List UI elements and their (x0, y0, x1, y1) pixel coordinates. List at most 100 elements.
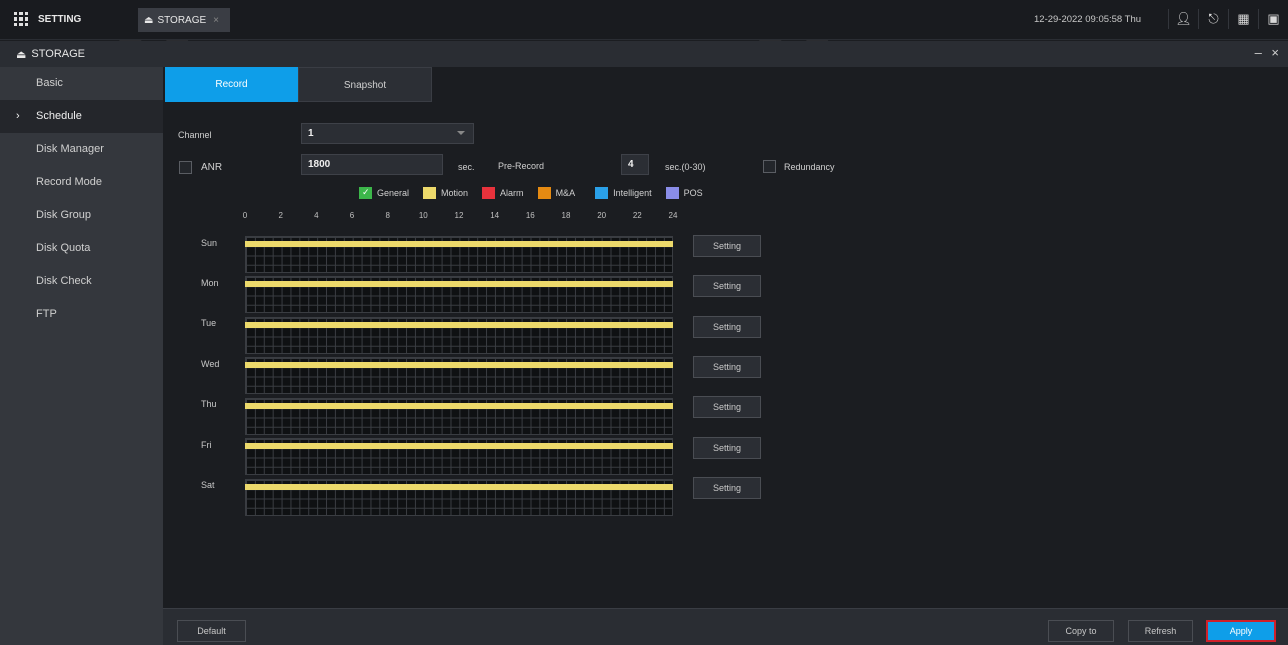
setting-button-sun[interactable]: Setting (693, 235, 761, 257)
anr-input[interactable]: 1800 (301, 154, 443, 175)
chevron-right-icon: › (16, 110, 20, 122)
legend-label: General (377, 188, 410, 198)
hour-tick: 8 (385, 211, 390, 220)
channel-value: 1 (308, 128, 314, 139)
apply-button[interactable]: Apply (1206, 620, 1276, 642)
hour-tick: 2 (278, 211, 283, 220)
color-swatch (482, 187, 496, 199)
display-icon[interactable]: ▣ (1258, 9, 1288, 29)
storage-tab-label: STORAGE (157, 14, 207, 26)
storage-icon: ⏏ (16, 48, 27, 61)
legend: ✓ General Motion Alarm M&A Intelligent PO… (359, 187, 717, 199)
redundancy-label: Redundancy (784, 162, 835, 172)
tab-record[interactable]: Record (165, 67, 298, 102)
window-controls[interactable]: – × (1255, 45, 1282, 60)
refresh-button[interactable]: Refresh (1128, 620, 1193, 642)
sidebar-item-basic[interactable]: Basic (0, 67, 163, 100)
hour-tick: 0 (242, 211, 248, 220)
legend-item-alarm[interactable]: Alarm (482, 187, 524, 199)
channel-label: Channel (178, 130, 212, 140)
legend-item-general[interactable]: ✓ General (359, 187, 409, 199)
day-label-wed: Wed (201, 359, 220, 369)
prerecord-input[interactable]: 4 (621, 154, 649, 175)
color-swatch (665, 187, 679, 199)
footer-bar: Default Copy to Refresh Apply (163, 608, 1288, 645)
sidebar-item-schedule[interactable]: › Schedule (0, 100, 163, 133)
copy-to-button[interactable]: Copy to (1048, 620, 1114, 642)
sidebar: Basic › Schedule Disk Manager Record Mode… (0, 67, 163, 645)
motion-schedule-bar-fri (245, 443, 673, 449)
day-label-tue: Tue (201, 318, 217, 328)
legend-item-intelligent[interactable]: Intelligent (595, 187, 652, 199)
setting-button-mon[interactable]: Setting (693, 275, 761, 297)
legend-item-motion[interactable]: Motion (423, 187, 468, 199)
setting-button-fri[interactable]: Setting (693, 437, 761, 459)
motion-schedule-bar-sun (245, 241, 673, 247)
datetime: 12-29-2022 09:05:58 Thu (1034, 14, 1142, 25)
hour-axis: 0 2 4 6 8 10 12 14 16 18 20 22 24 (242, 211, 678, 223)
hour-tick: 14 (490, 211, 500, 220)
setting-button-wed[interactable]: Setting (693, 356, 761, 378)
hour-tick: 4 (314, 211, 319, 220)
sidebar-item-label: Disk Manager (36, 143, 104, 155)
tab-snapshot[interactable]: Snapshot (298, 67, 432, 102)
sidebar-item-label: Disk Quota (36, 242, 91, 254)
sidebar-item-disk-manager[interactable]: Disk Manager (0, 133, 163, 166)
sidebar-item-label: Disk Check (36, 275, 92, 287)
hour-tick: 24 (668, 211, 678, 220)
hour-tick: 22 (632, 211, 642, 220)
sidebar-item-disk-group[interactable]: Disk Group (0, 199, 163, 232)
storage-tab[interactable]: ⏏ STORAGE × (138, 8, 230, 32)
redundancy-checkbox[interactable] (763, 160, 776, 173)
checkbox-checked-icon: ✓ (359, 187, 372, 199)
color-swatch (595, 187, 609, 199)
hour-tick: 12 (454, 211, 464, 220)
color-swatch (423, 187, 437, 199)
channel-select[interactable]: 1 (301, 123, 474, 144)
hour-tick: 10 (418, 211, 428, 220)
sidebar-item-label: FTP (36, 308, 57, 320)
day-label-fri: Fri (201, 440, 212, 450)
color-swatch (537, 187, 551, 199)
storage-icon: ⏏ (144, 14, 154, 26)
anr-unit: sec. (458, 162, 475, 172)
prerecord-label: Pre-Record (498, 161, 545, 171)
setting-button-tue[interactable]: Setting (693, 316, 761, 338)
hour-tick: 16 (525, 211, 535, 220)
hour-tick: 6 (349, 211, 355, 220)
logout-icon[interactable]: ⎋ (1198, 9, 1228, 29)
window-title-bar: ⏏ STORAGE – × (0, 41, 1288, 67)
top-bar: SETTING ⏏ STORAGE × 12-29-2022 09:05:58 … (0, 0, 1288, 40)
day-label-sat: Sat (201, 480, 215, 490)
close-tab-icon[interactable]: × (213, 15, 219, 26)
sidebar-item-record-mode[interactable]: Record Mode (0, 166, 163, 199)
sidebar-item-disk-check[interactable]: Disk Check (0, 265, 163, 298)
prerecord-unit: sec.(0-30) (665, 162, 706, 172)
legend-item-ma[interactable]: M&A (537, 187, 575, 199)
motion-schedule-bar-thu (245, 403, 673, 409)
sidebar-item-ftp[interactable]: FTP (0, 298, 163, 331)
day-label-mon: Mon (201, 278, 219, 288)
setting-button-thu[interactable]: Setting (693, 396, 761, 418)
legend-label: POS (683, 188, 703, 198)
day-label-sun: Sun (201, 238, 218, 248)
motion-schedule-bar-sat (245, 484, 673, 490)
anr-label: ANR (201, 162, 223, 173)
motion-schedule-bar-mon (245, 281, 673, 287)
legend-item-pos[interactable]: POS (665, 187, 703, 199)
setting-tab[interactable]: SETTING (0, 0, 135, 38)
grid-menu-icon (14, 12, 28, 26)
top-icons: 👤︎ ⎋ ▦ ▣ (1168, 0, 1288, 38)
chevron-down-icon (457, 131, 465, 135)
anr-checkbox[interactable] (179, 161, 192, 174)
sidebar-item-label: Schedule (36, 110, 82, 122)
sidebar-item-disk-quota[interactable]: Disk Quota (0, 232, 163, 265)
user-icon[interactable]: 👤︎ (1168, 9, 1198, 29)
layout-icon[interactable]: ▦ (1228, 9, 1258, 29)
window-title: STORAGE (31, 48, 85, 60)
setting-tab-label: SETTING (38, 13, 82, 25)
sidebar-item-label: Basic (36, 77, 63, 89)
default-button[interactable]: Default (177, 620, 246, 642)
hour-tick: 18 (561, 211, 571, 220)
setting-button-sat[interactable]: Setting (693, 477, 761, 499)
